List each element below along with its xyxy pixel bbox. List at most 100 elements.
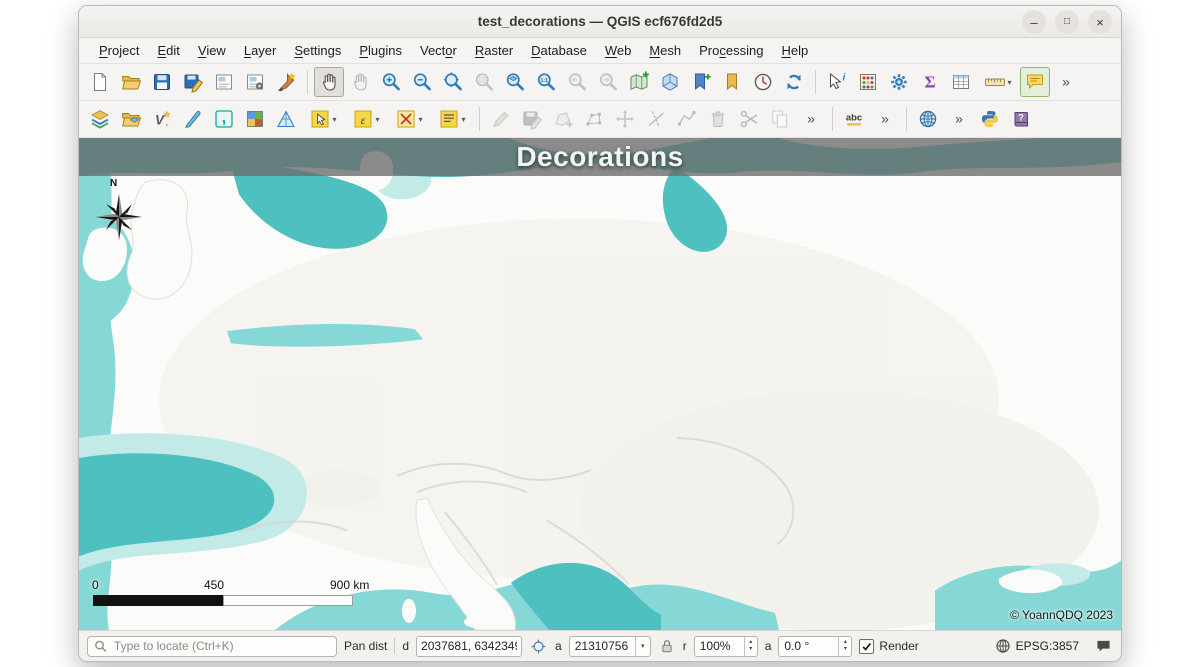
new-map-view-button[interactable] [624, 67, 654, 97]
dropdown-arrow-icon: ▾ [418, 115, 422, 124]
select-by-form-button[interactable]: ▾ [431, 104, 473, 134]
new-print-layout-button[interactable] [209, 67, 239, 97]
zoom-native-button[interactable]: 1:1 [531, 67, 561, 97]
maximize-button[interactable]: □ [1055, 10, 1079, 34]
add-raster-layer-button[interactable] [240, 104, 270, 134]
digitizing-overflow-button[interactable]: » [796, 104, 826, 134]
menu-plugins[interactable]: Plugins [351, 40, 410, 61]
menu-mesh[interactable]: Mesh [641, 40, 689, 61]
split-features-button [641, 104, 671, 134]
minimize-icon: – [1030, 16, 1037, 29]
open-project-button[interactable] [116, 67, 146, 97]
render-checkbox[interactable]: Render [859, 639, 918, 654]
split-features-icon [645, 108, 667, 130]
spin-up-icon[interactable]: ▴ [749, 639, 752, 646]
crs-label: EPSG:3857 [1016, 639, 1079, 653]
menu-database[interactable]: Database [523, 40, 595, 61]
map-tips-icon [1024, 71, 1046, 93]
new-shapefile-layer-button[interactable]: V [147, 104, 177, 134]
open-attribute-table-button[interactable] [946, 67, 976, 97]
zoom-last-icon [566, 71, 588, 93]
field-calculator-icon [857, 71, 879, 93]
extents-toggle-button[interactable] [529, 637, 548, 656]
spin-up-icon[interactable]: ▴ [844, 639, 847, 646]
python-console-button[interactable] [975, 104, 1005, 134]
statistical-summary-button[interactable]: Σ [915, 67, 945, 97]
new-spatial-bookmark-button[interactable] [686, 67, 716, 97]
menu-layer[interactable]: Layer [236, 40, 285, 61]
messages-button[interactable] [1094, 637, 1113, 656]
extents-icon [529, 637, 548, 656]
menu-web[interactable]: Web [597, 40, 640, 61]
spin-down-icon[interactable]: ▾ [749, 646, 752, 653]
zoom-out-button[interactable] [407, 67, 437, 97]
style-manager-button[interactable] [271, 67, 301, 97]
title-bar[interactable]: test_decorations — QGIS ecf676fd2d5 – □ … [79, 6, 1121, 38]
toolbar-overflow-button[interactable]: » [1051, 67, 1081, 97]
show-bookmarks-button[interactable] [717, 67, 747, 97]
metasearch-button[interactable] [913, 104, 943, 134]
menu-view[interactable]: View [190, 40, 234, 61]
cut-features-icon [738, 108, 760, 130]
processing-toolbox-button[interactable] [884, 67, 914, 97]
show-layout-manager-button[interactable] [240, 67, 270, 97]
lock-scale-button[interactable] [658, 637, 676, 655]
measure-line-button[interactable]: ▾ [977, 67, 1019, 97]
magnifier-spinbox[interactable]: 100% ▴▾ [694, 636, 758, 657]
help-contents-button[interactable]: ? [1006, 104, 1036, 134]
window-controls: – □ × [1022, 10, 1112, 34]
menu-processing[interactable]: Processing [691, 40, 771, 61]
magnifier-value: 100% [695, 639, 736, 653]
magnifier-label: r [683, 639, 687, 653]
map-tips-button[interactable] [1020, 67, 1050, 97]
zoom-to-layer-button[interactable] [500, 67, 530, 97]
save-project-button[interactable] [147, 67, 177, 97]
open-project-icon [120, 71, 142, 93]
save-project-as-button[interactable] [178, 67, 208, 97]
zoom-to-selection-button [469, 67, 499, 97]
temporal-controller-button[interactable] [748, 67, 778, 97]
menu-vector[interactable]: Vector [412, 40, 465, 61]
spin-down-icon[interactable]: ▾ [844, 646, 847, 653]
map-canvas[interactable]: Decorations N 0 450 900 km © YoannQDQ 20… [79, 138, 1121, 631]
plugins-overflow-button[interactable]: » [944, 104, 974, 134]
select-by-expression-button[interactable]: ε▾ [345, 104, 387, 134]
labeling-overflow-button[interactable]: » [870, 104, 900, 134]
new-3d-map-view-icon [659, 71, 681, 93]
map-image [79, 138, 1121, 630]
select-features-button[interactable]: ▾ [302, 104, 344, 134]
combo-arrow-icon[interactable]: ▾ [635, 637, 650, 656]
locate-search[interactable] [87, 636, 337, 657]
rotation-spinbox[interactable]: 0.0 ° ▴▾ [778, 636, 852, 657]
add-layer-button[interactable] [116, 104, 146, 134]
coordinate-input[interactable] [416, 636, 522, 657]
scale-combo[interactable]: 21310756 ▾ [569, 636, 651, 657]
new-geopackage-layer-button[interactable] [178, 104, 208, 134]
new-3d-map-view-button[interactable] [655, 67, 685, 97]
add-mesh-layer-button[interactable] [271, 104, 301, 134]
minimize-button[interactable]: – [1022, 10, 1046, 34]
pan-to-selection-icon [349, 71, 371, 93]
svg-text:»: » [881, 111, 889, 127]
menu-edit[interactable]: Edit [149, 40, 187, 61]
close-button[interactable]: × [1088, 10, 1112, 34]
zoom-last-button [562, 67, 592, 97]
data-source-manager-button[interactable] [85, 104, 115, 134]
menu-raster[interactable]: Raster [467, 40, 521, 61]
zoom-full-button[interactable] [438, 67, 468, 97]
zoom-in-button[interactable] [376, 67, 406, 97]
pan-map-button[interactable] [314, 67, 344, 97]
menu-project[interactable]: Project [91, 40, 147, 61]
add-delimited-text-layer-button[interactable]: , [209, 104, 239, 134]
refresh-map-button[interactable] [779, 67, 809, 97]
menu-help[interactable]: Help [773, 40, 816, 61]
identify-features-button[interactable]: i [822, 67, 852, 97]
deselect-features-button[interactable]: ▾ [388, 104, 430, 134]
dropdown-arrow-icon: ▾ [1007, 78, 1011, 87]
locate-input[interactable] [112, 638, 330, 654]
menu-settings[interactable]: Settings [286, 40, 349, 61]
new-project-button[interactable] [85, 67, 115, 97]
crs-button[interactable]: EPSG:3857 [995, 638, 1079, 654]
labeling-toolbar-button[interactable]: abc [839, 104, 869, 134]
field-calculator-button[interactable] [853, 67, 883, 97]
